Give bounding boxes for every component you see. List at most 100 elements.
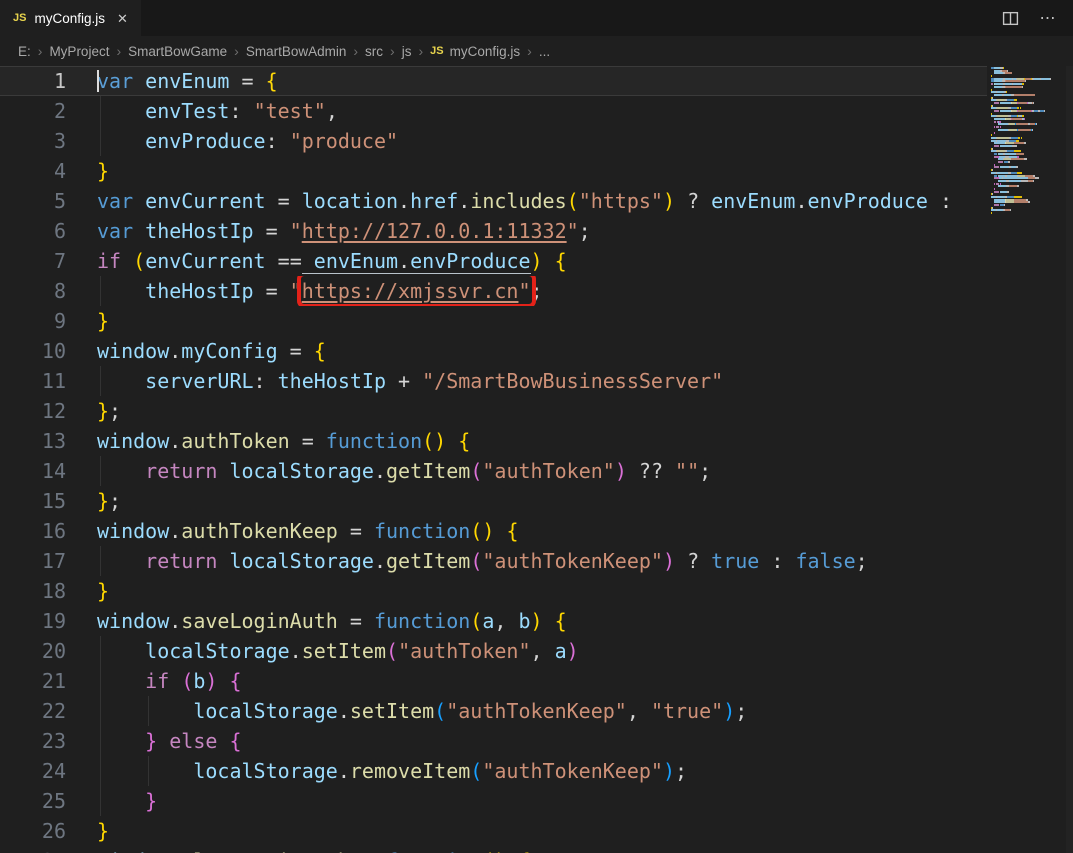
minimap-row [991, 105, 1073, 107]
code-text[interactable]: envProduce: "produce" [97, 126, 1073, 156]
indent-guide [100, 666, 101, 696]
minimap-row [991, 180, 1073, 182]
code-text[interactable]: window.authTokenKeep = function() { [97, 516, 1073, 546]
line-number: 12 [0, 396, 66, 426]
minimap-row [991, 150, 1073, 152]
code-text[interactable]: var envCurrent = location.href.includes(… [97, 186, 1073, 216]
code-text[interactable]: return localStorage.getItem("authToken")… [97, 456, 1073, 486]
chevron-right-icon: › [38, 43, 43, 59]
code-line: 20 localStorage.setItem("authToken", a) [0, 636, 1073, 666]
line-number: 24 [0, 756, 66, 786]
minimap-row [991, 172, 1073, 174]
minimap-row [991, 209, 1073, 211]
code-text[interactable]: } [97, 306, 1073, 336]
text-cursor [97, 70, 99, 92]
breadcrumb-symbols[interactable]: ... [539, 44, 550, 59]
minimap-row [991, 183, 1073, 185]
breadcrumb-item[interactable]: SmartBowGame [128, 44, 227, 59]
minimap-row [991, 110, 1073, 112]
breadcrumb-item[interactable]: E: [18, 44, 31, 59]
code-text[interactable]: } [97, 786, 1073, 816]
chevron-right-icon: › [116, 43, 121, 59]
code-line: 16window.authTokenKeep = function() { [0, 516, 1073, 546]
minimap-row [991, 107, 1073, 109]
minimap-row [991, 212, 1073, 214]
chevron-right-icon: › [234, 43, 239, 59]
code-text[interactable]: } [97, 576, 1073, 606]
code-text[interactable]: } [97, 156, 1073, 186]
minimap-row [991, 129, 1073, 131]
code-line: 8 theHostIp = "https://xmjssvr.cn"; [0, 276, 1073, 306]
code-text[interactable]: var envEnum = { [97, 66, 1073, 96]
minimap-row [991, 97, 1073, 99]
minimap-row [991, 148, 1073, 150]
minimap-row [991, 140, 1073, 142]
code-text[interactable]: theHostIp = "https://xmjssvr.cn"; [97, 276, 1073, 306]
minimap-row [991, 169, 1073, 171]
line-number: 23 [0, 726, 66, 756]
code-text[interactable]: envTest: "test", [97, 96, 1073, 126]
minimap-row [991, 83, 1073, 85]
code-text[interactable]: localStorage.removeItem("authTokenKeep")… [97, 756, 1073, 786]
line-number: 2 [0, 96, 66, 126]
line-number: 20 [0, 636, 66, 666]
code-text[interactable]: }; [97, 486, 1073, 516]
code-text[interactable]: } else { [97, 726, 1073, 756]
tab-bar: JS myConfig.js ✕ ⋯ [0, 0, 1073, 36]
code-line: 10window.myConfig = { [0, 336, 1073, 366]
minimap-row [991, 158, 1073, 160]
code-text[interactable]: window.myConfig = { [97, 336, 1073, 366]
minimap-row [991, 89, 1073, 91]
code-line: 1 var envEnum = { [0, 66, 1073, 96]
breadcrumb-item[interactable]: MyProject [49, 44, 109, 59]
code-text[interactable]: localStorage.setItem("authTokenKeep", "t… [97, 696, 1073, 726]
more-actions-button[interactable]: ⋯ [1037, 7, 1059, 29]
code-text[interactable]: if (envCurrent == envEnum.envProduce) { [97, 246, 1073, 276]
code-text[interactable]: if (b) { [97, 666, 1073, 696]
minimap-row [991, 191, 1073, 193]
breadcrumb-item[interactable]: src [365, 44, 383, 59]
minimap-row [991, 204, 1073, 206]
minimap-row [991, 75, 1073, 77]
code-text[interactable]: localStorage.setItem("authToken", a) [97, 636, 1073, 666]
breadcrumb-file[interactable]: myConfig.js [450, 44, 521, 59]
minimap-row [991, 134, 1073, 136]
minimap-row [991, 164, 1073, 166]
code-editor[interactable]: 1var envEnum = {2 envTest: "test",3 envP… [0, 66, 1073, 853]
js-file-icon: JS [13, 12, 26, 24]
editor-actions: ⋯ [999, 0, 1059, 36]
minimap-row [991, 80, 1073, 82]
scrollbar[interactable] [1066, 66, 1073, 853]
breadcrumb-item[interactable]: SmartBowAdmin [246, 44, 347, 59]
indent-guide [100, 366, 101, 396]
breadcrumb-item[interactable]: js [402, 44, 412, 59]
code-text[interactable]: } [97, 816, 1073, 846]
annotation-box: https://xmjssvr.cn" [302, 276, 531, 306]
minimap-row [991, 193, 1073, 195]
indent-guide [100, 786, 101, 816]
code-text[interactable]: window.clearLoginAuth = function() { [97, 846, 1073, 853]
code-text[interactable]: var theHostIp = "http://127.0.0.1:11332"… [97, 216, 1073, 246]
tab-myconfig[interactable]: JS myConfig.js ✕ [0, 0, 141, 36]
minimap-row [991, 188, 1073, 190]
indent-guide [100, 696, 101, 726]
indent-guide [148, 756, 149, 786]
code-text[interactable]: window.authToken = function() { [97, 426, 1073, 456]
line-number: 25 [0, 786, 66, 816]
minimap-row [991, 99, 1073, 101]
line-number: 1 [0, 66, 66, 96]
code-text[interactable]: serverURL: theHostIp + "/SmartBowBusines… [97, 366, 1073, 396]
code-text[interactable]: window.saveLoginAuth = function(a, b) { [97, 606, 1073, 636]
split-editor-button[interactable] [999, 7, 1021, 29]
chevron-right-icon: › [418, 43, 423, 59]
line-number: 15 [0, 486, 66, 516]
minimap[interactable] [987, 66, 1073, 853]
close-icon[interactable]: ✕ [117, 12, 128, 25]
split-editor-icon [1002, 10, 1019, 27]
code-text[interactable]: return localStorage.getItem("authTokenKe… [97, 546, 1073, 576]
code-line: 26} [0, 816, 1073, 846]
minimap-row [991, 185, 1073, 187]
line-number: 27 [0, 846, 66, 853]
code-line: 21 if (b) { [0, 666, 1073, 696]
code-text[interactable]: }; [97, 396, 1073, 426]
